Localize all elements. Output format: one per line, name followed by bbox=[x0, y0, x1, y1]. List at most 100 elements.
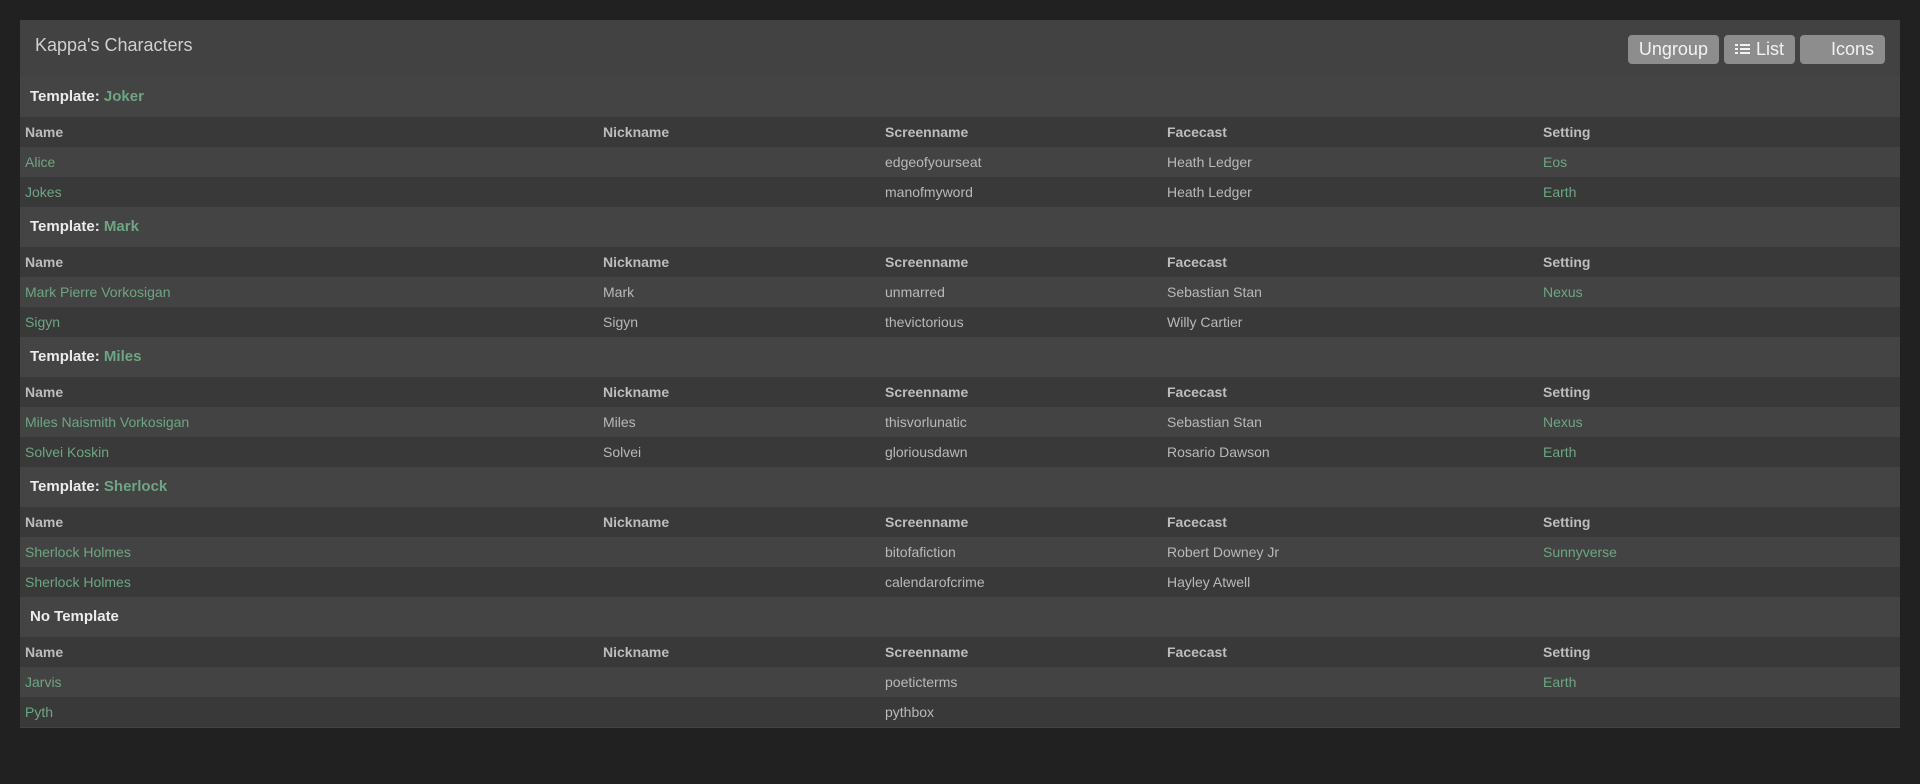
cell-setting[interactable]: Eos bbox=[1538, 147, 1900, 177]
cell-screenname: manofmyword bbox=[885, 184, 973, 200]
cell-name[interactable]: Solvei Koskin bbox=[20, 437, 598, 467]
cell-name[interactable]: Miles Naismith Vorkosigan bbox=[20, 407, 598, 437]
table-row: Solvei Koskin Solvei gloriousdawn Rosario D… bbox=[20, 437, 1900, 467]
list-view-button[interactable]: List bbox=[1723, 35, 1795, 64]
ungroup-button[interactable]: Ungroup bbox=[1627, 35, 1719, 64]
cell-nickname bbox=[598, 697, 880, 727]
column-header-name: Name bbox=[25, 514, 64, 530]
column-header-name: Name bbox=[25, 254, 64, 270]
cell-setting[interactable]: Earth bbox=[1538, 667, 1900, 697]
cell-setting[interactable]: Earth bbox=[1538, 177, 1900, 207]
cell-screenname: poeticterms bbox=[885, 674, 958, 690]
cell-facecast bbox=[1162, 667, 1538, 697]
cell-facecast: Heath Ledger bbox=[1167, 184, 1252, 200]
group-title: Template: Sherlock bbox=[20, 467, 1900, 507]
table-row: Pyth pythbox bbox=[20, 697, 1900, 727]
column-header-facecast: Facecast bbox=[1167, 644, 1227, 660]
template-link[interactable]: Mark bbox=[104, 218, 139, 235]
cell-screenname: unmarred bbox=[885, 284, 945, 300]
cell-nickname bbox=[598, 537, 880, 567]
column-header-name: Name bbox=[25, 384, 64, 400]
table-row: Sigyn Sigyn thevictorious Willy Cartier bbox=[20, 307, 1900, 337]
table-row: Alice edgeofyourseat Heath Ledger Eos bbox=[20, 147, 1900, 177]
column-header-facecast: Facecast bbox=[1167, 254, 1227, 270]
cell-name[interactable]: Sherlock Holmes bbox=[20, 537, 598, 567]
cell-setting[interactable]: Earth bbox=[1538, 437, 1900, 467]
cell-screenname: pythbox bbox=[885, 704, 935, 720]
template-link[interactable]: Sherlock bbox=[104, 478, 167, 495]
column-header-screenname: Screenname bbox=[885, 384, 969, 400]
cell-facecast: Heath Ledger bbox=[1167, 154, 1252, 170]
cell-facecast: Rosario Dawson bbox=[1167, 444, 1270, 460]
icons-view-button-label: Icons bbox=[1830, 39, 1874, 59]
group-title: No Template bbox=[20, 597, 1900, 637]
template-link[interactable]: Joker bbox=[104, 88, 144, 105]
cell-name[interactable]: Sherlock Holmes bbox=[20, 567, 598, 597]
cell-screenname: edgeofyourseat bbox=[885, 154, 982, 170]
panel-header: Kappa's Characters Ungroup List Icons bbox=[20, 20, 1900, 77]
column-header-screenname: Screenname bbox=[885, 514, 969, 530]
cell-facecast: Willy Cartier bbox=[1167, 314, 1243, 330]
cell-screenname: thevictorious bbox=[885, 314, 964, 330]
cell-setting bbox=[1538, 697, 1900, 727]
column-header-nickname: Nickname bbox=[603, 514, 670, 530]
group-title: Template: Mark bbox=[20, 207, 1900, 247]
column-header-screenname: Screenname bbox=[885, 124, 969, 140]
cell-facecast: Hayley Atwell bbox=[1167, 574, 1251, 590]
group-title-prefix: Template: bbox=[30, 478, 100, 495]
group-title: Template: Joker bbox=[20, 77, 1900, 117]
cell-nickname: Solvei bbox=[603, 444, 642, 460]
cell-name[interactable]: Mark Pierre Vorkosigan bbox=[20, 277, 598, 307]
grid-icon bbox=[1811, 43, 1825, 57]
cell-name[interactable]: Sigyn bbox=[20, 307, 598, 337]
view-toggle-group: Ungroup List Icons bbox=[1627, 35, 1885, 64]
table-row: Miles Naismith Vorkosigan Miles thisvorlun… bbox=[20, 407, 1900, 437]
cell-screenname: gloriousdawn bbox=[885, 444, 968, 460]
table-header-row: Name Nickname Screenname Facecast Setting bbox=[20, 507, 1900, 537]
template-link[interactable]: Miles bbox=[104, 348, 142, 365]
column-header-setting: Setting bbox=[1543, 514, 1591, 530]
column-header-screenname: Screenname bbox=[885, 644, 969, 660]
cell-facecast: Robert Downey Jr bbox=[1167, 544, 1280, 560]
cell-screenname: thisvorlunatic bbox=[885, 414, 967, 430]
cell-facecast bbox=[1162, 697, 1538, 727]
column-header-nickname: Nickname bbox=[603, 384, 670, 400]
characters-panel: Kappa's Characters Ungroup List Icons Te… bbox=[20, 20, 1900, 728]
column-header-nickname: Nickname bbox=[603, 644, 670, 660]
table-header-row: Name Nickname Screenname Facecast Setting bbox=[20, 117, 1900, 147]
table-header-row: Name Nickname Screenname Facecast Setting bbox=[20, 637, 1900, 667]
column-header-setting: Setting bbox=[1543, 124, 1591, 140]
cell-name[interactable]: Jarvis bbox=[20, 667, 598, 697]
cell-nickname bbox=[598, 177, 880, 207]
column-header-nickname: Nickname bbox=[603, 124, 670, 140]
group-title-prefix: Template: bbox=[30, 88, 100, 105]
column-header-name: Name bbox=[25, 644, 64, 660]
table-header-row: Name Nickname Screenname Facecast Setting bbox=[20, 247, 1900, 277]
ungroup-button-label: Ungroup bbox=[1638, 39, 1708, 59]
table-row: Mark Pierre Vorkosigan Mark unmarred Sebast… bbox=[20, 277, 1900, 307]
cell-screenname: bitofafiction bbox=[885, 544, 956, 560]
cell-setting bbox=[1538, 567, 1900, 597]
table-row: Sherlock Holmes calendarofcrime Hayley Atw… bbox=[20, 567, 1900, 597]
column-header-name: Name bbox=[25, 124, 64, 140]
character-groups: Template: Joker Name Nickname Screenname Fac… bbox=[20, 77, 1900, 727]
cell-nickname bbox=[598, 147, 880, 177]
cell-name[interactable]: Jokes bbox=[20, 177, 598, 207]
group-title-prefix: Template: bbox=[30, 218, 100, 235]
table-row: Jarvis poeticterms Earth bbox=[20, 667, 1900, 697]
group-title-prefix: Template: bbox=[30, 348, 100, 365]
cell-name[interactable]: Pyth bbox=[20, 697, 598, 727]
table-header-row: Name Nickname Screenname Facecast Setting bbox=[20, 377, 1900, 407]
cell-setting[interactable]: Sunnyverse bbox=[1538, 537, 1900, 567]
cell-setting[interactable]: Nexus bbox=[1538, 277, 1900, 307]
list-view-button-label: List bbox=[1755, 39, 1784, 59]
cell-setting[interactable]: Nexus bbox=[1538, 407, 1900, 437]
column-header-setting: Setting bbox=[1543, 254, 1591, 270]
cell-facecast: Sebastian Stan bbox=[1167, 414, 1262, 430]
icons-view-button[interactable]: Icons bbox=[1799, 35, 1885, 64]
cell-setting bbox=[1538, 307, 1900, 337]
cell-name[interactable]: Alice bbox=[20, 147, 598, 177]
column-header-facecast: Facecast bbox=[1167, 384, 1227, 400]
page-title: Kappa's Characters bbox=[35, 35, 193, 55]
group-title: Template: Miles bbox=[20, 337, 1900, 377]
